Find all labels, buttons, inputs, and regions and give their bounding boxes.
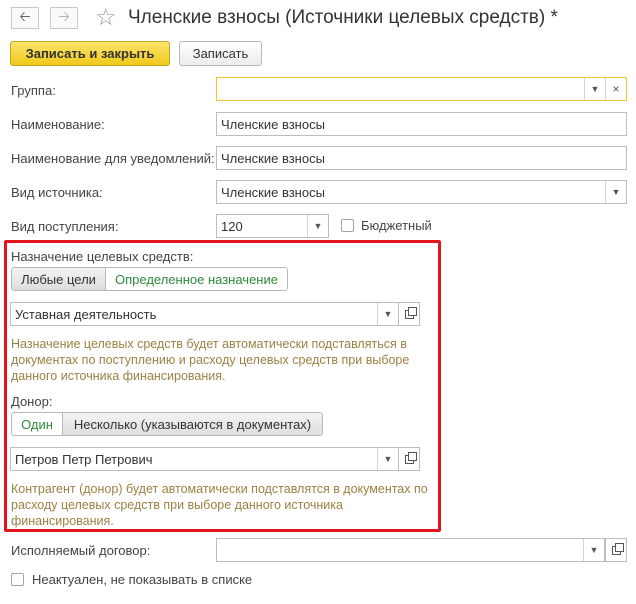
save-button[interactable]: Записать (179, 41, 262, 66)
income-type-dropdown-button[interactable]: ▼ (307, 215, 328, 237)
purpose-option-any[interactable]: Любые цели (12, 268, 105, 290)
notify-name-field[interactable]: Членские взносы (216, 146, 627, 170)
budget-label: Бюджетный (361, 218, 432, 233)
chevron-down-icon: ▼ (611, 187, 621, 197)
group-clear-button[interactable]: × (605, 78, 626, 100)
donor-open-button[interactable] (398, 447, 420, 471)
arrow-right-icon: 🡢 (58, 8, 70, 24)
chevron-down-icon: ▼ (313, 221, 323, 231)
donor-toggle[interactable]: Один Несколько (указываются в документах… (11, 412, 323, 436)
inactive-label: Неактуален, не показывать в списке (32, 572, 253, 587)
income-type-value: 120 (221, 218, 243, 234)
purpose-open-button[interactable] (398, 302, 420, 326)
contract-label: Исполняемый договор: (11, 543, 151, 558)
inactive-checkbox[interactable] (11, 573, 24, 586)
donor-value: Петров Петр Петрович (15, 451, 153, 467)
notify-name-label: Наименование для уведомлений: (11, 151, 215, 166)
donor-note: Контрагент (донор) будет автоматически п… (11, 482, 428, 528)
chevron-down-icon: ▼ (383, 454, 393, 464)
contract-dropdown-button[interactable]: ▼ (583, 539, 604, 561)
name-label: Наименование: (11, 117, 105, 132)
save-and-close-button[interactable]: Записать и закрыть (10, 41, 170, 66)
purpose-select[interactable]: Уставная деятельность ▼ (10, 302, 399, 326)
chevron-down-icon: ▼ (383, 309, 393, 319)
open-icon (404, 306, 417, 319)
donor-option-one[interactable]: Один (12, 413, 62, 435)
chevron-down-icon: ▼ (589, 545, 599, 555)
donor-option-several[interactable]: Несколько (указываются в документах) (62, 413, 322, 435)
group-dropdown-button[interactable]: ▼ (584, 78, 605, 100)
income-type-select[interactable]: 120 ▼ (216, 214, 329, 238)
star-icon[interactable]: ☆ (95, 3, 117, 32)
contract-select[interactable]: ▼ (216, 538, 605, 562)
purpose-value: Уставная деятельность (15, 306, 157, 322)
purpose-toggle[interactable]: Любые цели Определенное назначение (11, 267, 288, 291)
source-type-value: Членские взносы (221, 184, 325, 200)
name-field[interactable]: Членские взносы (216, 112, 627, 136)
purpose-dropdown-button[interactable]: ▼ (377, 303, 398, 325)
chevron-down-icon: ▼ (590, 84, 600, 94)
budget-checkbox[interactable] (341, 219, 354, 232)
group-field[interactable]: ▼ × (216, 77, 627, 101)
purpose-label: Назначение целевых средств: (11, 249, 194, 264)
source-type-label: Вид источника: (11, 185, 103, 200)
income-type-label: Вид поступления: (11, 219, 119, 234)
donor-label: Донор: (11, 394, 53, 409)
purpose-option-specific[interactable]: Определенное назначение (105, 268, 287, 290)
page-title: Членские взносы (Источники целевых средс… (128, 7, 558, 28)
contract-open-button[interactable] (605, 538, 627, 562)
source-type-select[interactable]: Членские взносы ▼ (216, 180, 627, 204)
purpose-note: Назначение целевых средств будет автомат… (11, 337, 410, 383)
donor-select[interactable]: Петров Петр Петрович ▼ (10, 447, 399, 471)
source-type-dropdown-button[interactable]: ▼ (605, 181, 626, 203)
group-label: Группа: (11, 83, 56, 98)
donor-dropdown-button[interactable]: ▼ (377, 448, 398, 470)
forward-button[interactable]: 🡢 (50, 7, 78, 29)
back-button[interactable]: 🡠 (11, 7, 39, 29)
open-icon (404, 451, 417, 464)
open-icon (611, 542, 624, 555)
arrow-left-icon: 🡠 (19, 8, 31, 24)
close-icon: × (612, 82, 620, 96)
